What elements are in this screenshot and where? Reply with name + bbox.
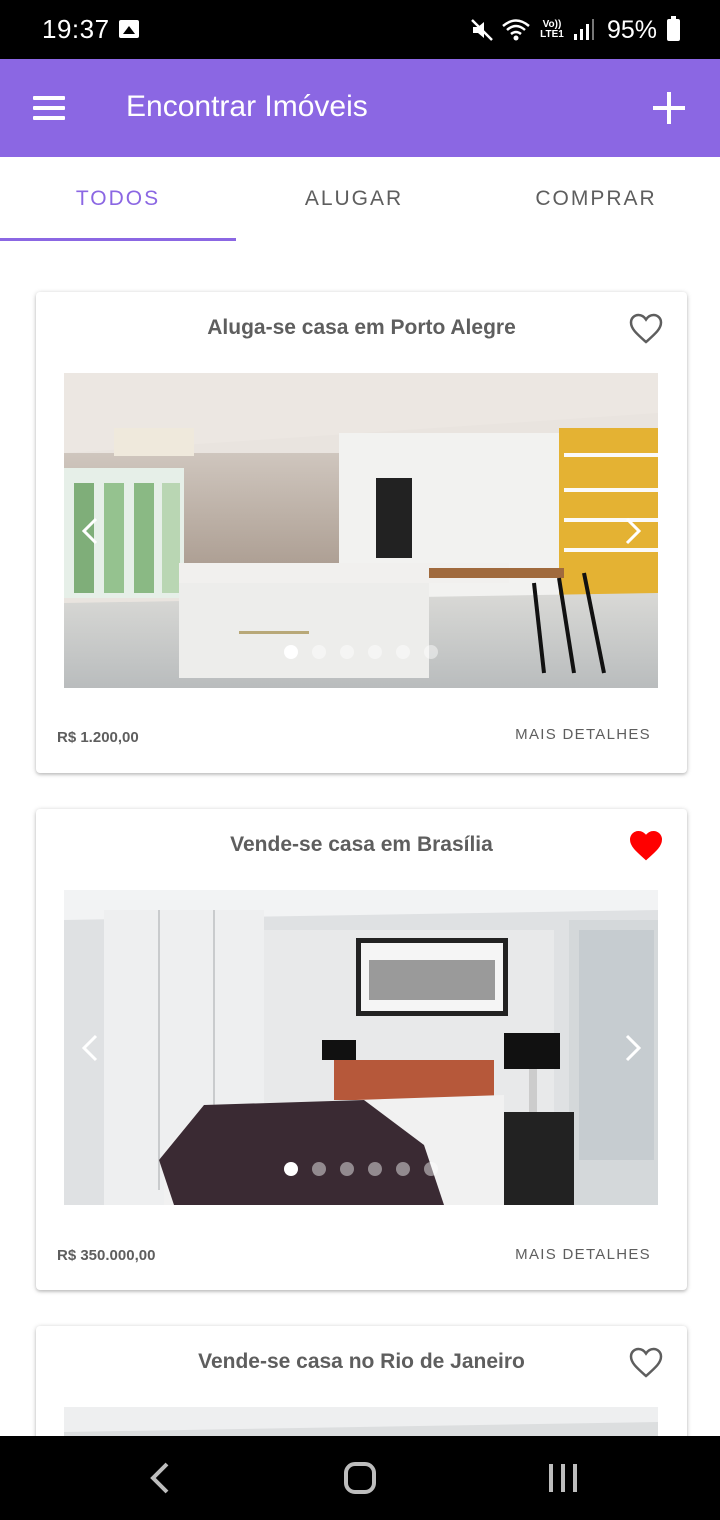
listing-feed[interactable]: Aluga-se casa em Porto Alegre R$ 1.200,0… <box>0 241 720 1436</box>
carousel-next-icon[interactable] <box>617 1030 647 1066</box>
tab-alugar[interactable]: ALUGAR <box>236 157 472 241</box>
status-icons: Vo)) LTE1 95% <box>469 14 680 46</box>
mute-icon <box>471 19 493 41</box>
bedroom-photo <box>64 890 658 1205</box>
favorite-heart-outline-icon[interactable] <box>629 1347 663 1379</box>
listing-title: Vende-se casa no Rio de Janeiro <box>198 1350 525 1373</box>
carousel-dot[interactable] <box>312 645 326 659</box>
recent-apps-icon[interactable] <box>523 1436 603 1520</box>
page-title: Encontrar Imóveis <box>126 90 368 123</box>
room-photo <box>64 1407 658 1436</box>
carousel-next-icon[interactable] <box>617 513 647 549</box>
carousel-pagination <box>284 645 438 659</box>
carousel-dot[interactable] <box>340 1162 354 1176</box>
signal-icon <box>573 19 594 40</box>
listing-price: R$ 350.000,00 <box>57 1247 156 1264</box>
listing-card: Vende-se casa no Rio de Janeiro <box>36 1326 687 1436</box>
status-bar: 19:37 Vo)) LTE1 95% <box>0 0 720 59</box>
app-bar: Encontrar Imóveis <box>0 59 720 157</box>
carousel-prev-icon[interactable] <box>76 513 106 549</box>
favorite-heart-outline-icon[interactable] <box>629 313 663 345</box>
carousel-dot[interactable] <box>284 1162 298 1176</box>
system-nav-bar <box>0 1436 720 1520</box>
listing-image-carousel[interactable] <box>64 890 658 1205</box>
back-icon[interactable] <box>120 1436 200 1520</box>
battery-percentage: 95% <box>606 15 657 44</box>
carousel-dot[interactable] <box>368 1162 382 1176</box>
listing-card: Aluga-se casa em Porto Alegre R$ 1.200,0… <box>36 292 687 773</box>
listing-title: Aluga-se casa em Porto Alegre <box>207 316 516 339</box>
listing-title: Vende-se casa em Brasília <box>230 833 493 856</box>
carousel-prev-icon[interactable] <box>76 1030 106 1066</box>
listing-price: R$ 1.200,00 <box>57 729 139 746</box>
details-button[interactable]: MAIS DETALHES <box>515 1246 651 1263</box>
tab-comprar[interactable]: COMPRAR <box>472 157 720 241</box>
carousel-dot[interactable] <box>312 1162 326 1176</box>
battery-icon <box>667 16 680 41</box>
listing-image-carousel[interactable] <box>64 373 658 688</box>
add-listing-button[interactable] <box>653 92 685 124</box>
carousel-dot[interactable] <box>424 1162 438 1176</box>
home-icon[interactable] <box>320 1436 400 1520</box>
listing-card: Vende-se casa em Brasília R$ 350.000,00 … <box>36 809 687 1290</box>
gallery-icon <box>119 20 139 38</box>
favorite-heart-filled-icon[interactable] <box>629 830 663 862</box>
details-button[interactable]: MAIS DETALHES <box>515 726 651 743</box>
carousel-dot[interactable] <box>284 645 298 659</box>
carousel-pagination <box>284 1162 438 1176</box>
tab-bar: TODOS ALUGAR COMPRAR <box>0 157 720 241</box>
status-time: 19:37 <box>42 14 110 44</box>
carousel-dot[interactable] <box>424 645 438 659</box>
carousel-dot[interactable] <box>396 645 410 659</box>
tab-todos[interactable]: TODOS <box>0 157 236 241</box>
hamburger-menu-icon[interactable] <box>33 96 65 120</box>
kitchen-photo <box>64 373 658 688</box>
carousel-dot[interactable] <box>396 1162 410 1176</box>
listing-image-carousel[interactable] <box>64 1407 658 1436</box>
carousel-dot[interactable] <box>368 645 382 659</box>
network-label: Vo)) LTE1 <box>540 19 564 40</box>
wifi-icon <box>502 19 530 41</box>
carousel-dot[interactable] <box>340 645 354 659</box>
